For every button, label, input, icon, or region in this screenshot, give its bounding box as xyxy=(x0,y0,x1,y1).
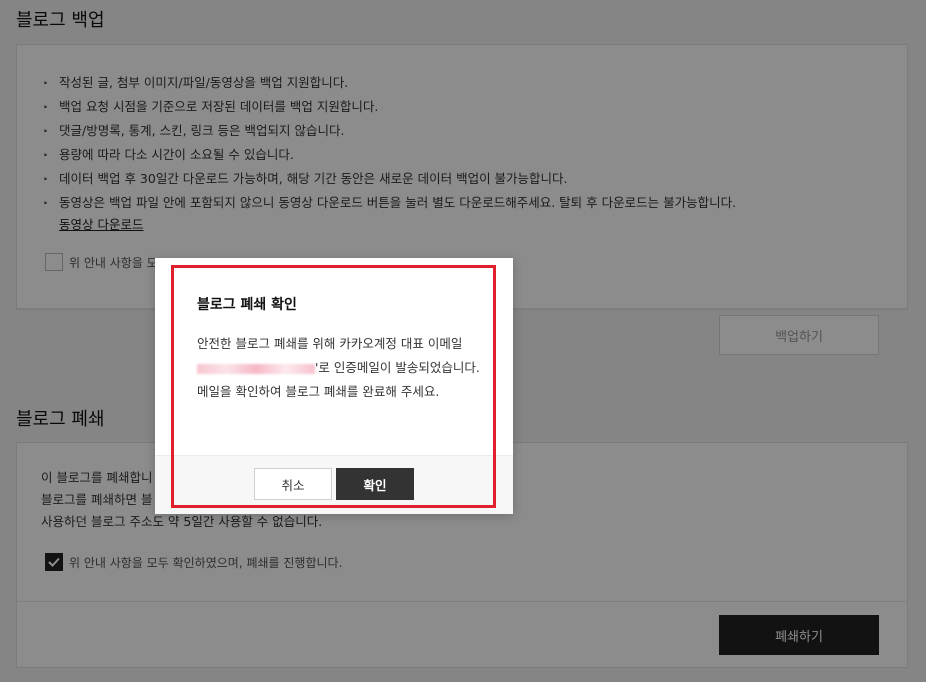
dialog-footer: 취소 확인 xyxy=(155,455,513,514)
confirm-button[interactable]: 확인 xyxy=(336,468,414,500)
dialog-message: 안전한 블로그 폐쇄를 위해 카카오계정 대표 이메일 '로 인증메일이 발송되… xyxy=(197,332,487,404)
page: 블로그 백업 작성된 글, 첨부 이미지/파일/동영상을 백업 지원합니다. 백… xyxy=(0,0,926,682)
dialog-title: 블로그 폐쇄 확인 xyxy=(197,297,297,313)
dialog-message-prefix: 안전한 블로그 폐쇄를 위해 카카오계정 대표 이메일 xyxy=(197,336,463,351)
close-confirm-dialog: 블로그 폐쇄 확인 안전한 블로그 폐쇄를 위해 카카오계정 대표 이메일 '로… xyxy=(155,258,513,514)
masked-email xyxy=(197,363,315,374)
cancel-button[interactable]: 취소 xyxy=(254,468,332,500)
